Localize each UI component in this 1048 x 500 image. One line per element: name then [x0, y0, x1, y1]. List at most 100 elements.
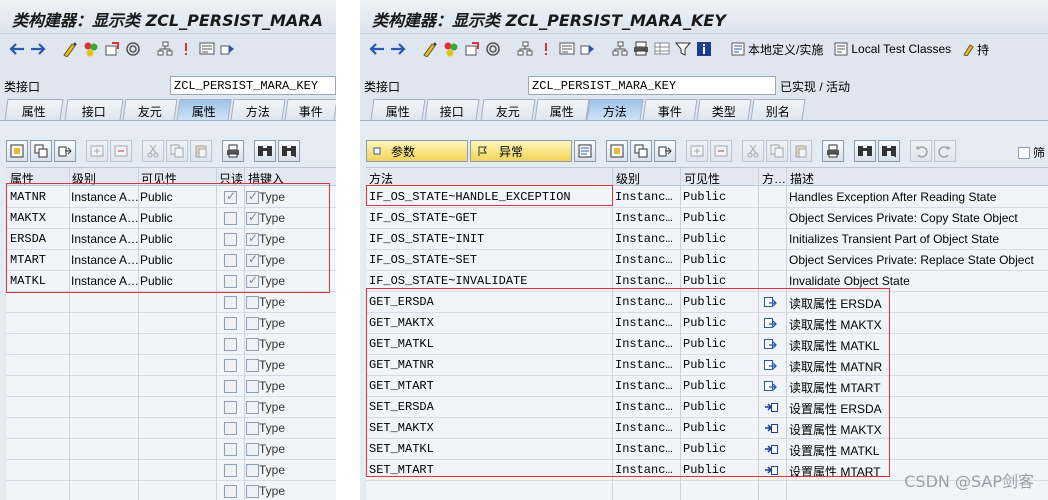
typing-checkbox[interactable] — [246, 401, 259, 414]
method-name-cell[interactable]: GET_MATNR — [369, 358, 434, 372]
typing-checkbox[interactable] — [246, 210, 259, 225]
where-used-icon[interactable] — [484, 40, 502, 58]
paste-icon[interactable] — [790, 140, 812, 162]
method-name-cell[interactable]: IF_OS_STATE~INIT — [369, 232, 484, 246]
filter-toggle[interactable]: 筛 — [1018, 144, 1045, 161]
navigate-icon[interactable] — [654, 140, 676, 162]
read-only-checkbox[interactable] — [224, 317, 237, 330]
insert-row-icon[interactable] — [86, 140, 108, 162]
back-arrow-icon[interactable] — [368, 40, 386, 58]
typing-checkbox[interactable] — [246, 359, 259, 372]
typing-checkbox[interactable] — [246, 273, 259, 288]
find-next-icon[interactable] — [878, 140, 900, 162]
local-definitions-button[interactable]: 本地定义/实施 — [727, 39, 827, 59]
table-row[interactable]: SET_MAKTX Instanc… Public 设置属性 MAKTX — [366, 418, 1048, 439]
table-row[interactable]: GET_MATKL Instanc… Public 读取属性 MATKL — [366, 334, 1048, 355]
table-row[interactable]: IF_OS_STATE~SET Instanc… Public Object Serv… — [366, 250, 1048, 271]
more-toolbar-button[interactable]: 持 — [958, 39, 993, 59]
attribute-name-cell[interactable]: MATNR — [10, 190, 46, 204]
table-row[interactable]: SET_ERSDA Instanc… Public 设置属性 ERSDA — [366, 397, 1048, 418]
tab-friends[interactable]: 友元 — [480, 99, 536, 120]
read-only-checkbox[interactable] — [224, 401, 237, 414]
display-object-list-icon[interactable] — [198, 40, 216, 58]
empty-table-row[interactable]: Type — [6, 481, 336, 500]
read-only-checkbox[interactable] — [224, 189, 237, 204]
method-name-cell[interactable]: GET_MATKL — [369, 337, 434, 351]
table-row[interactable]: ERSDA Instance A…Public Type — [6, 229, 336, 250]
copy-row-icon[interactable] — [166, 140, 188, 162]
class-interface-field[interactable]: ZCL_PERSIST_MARA_KEY — [170, 76, 336, 95]
back-arrow-icon[interactable] — [8, 40, 26, 58]
cut-icon[interactable] — [742, 140, 764, 162]
print-icon[interactable] — [822, 140, 844, 162]
method-name-cell[interactable]: GET_MTART — [369, 379, 434, 393]
find-next-icon[interactable] — [278, 140, 300, 162]
redo-icon[interactable] — [934, 140, 956, 162]
read-only-checkbox[interactable] — [224, 380, 237, 393]
typing-checkbox[interactable] — [246, 317, 259, 330]
tab-methods[interactable]: 方法 — [586, 99, 644, 120]
tab-methods[interactable]: 方法 — [230, 99, 286, 120]
table-row[interactable]: GET_MATNR Instanc… Public 读取属性 MATNR — [366, 355, 1048, 376]
table-row[interactable]: MATNR Instance A…Public Type — [6, 187, 336, 208]
method-name-cell[interactable]: IF_OS_STATE~GET — [369, 211, 477, 225]
source-code-icon[interactable] — [574, 140, 596, 162]
attribute-name-cell[interactable]: MTART — [10, 253, 46, 267]
typing-checkbox[interactable] — [246, 380, 259, 393]
attribute-name-cell[interactable]: MAKTX — [10, 211, 46, 225]
read-only-checkbox[interactable] — [224, 443, 237, 456]
exceptions-button[interactable]: 异常 — [470, 140, 572, 162]
typing-checkbox[interactable] — [246, 485, 259, 498]
read-only-checkbox[interactable] — [224, 212, 237, 225]
tab-properties[interactable]: 属性 — [4, 99, 64, 120]
read-only-checkbox[interactable] — [224, 422, 237, 435]
empty-table-row[interactable]: Type — [6, 376, 336, 397]
tab-events[interactable]: 事件 — [284, 99, 336, 120]
detail-view-icon[interactable] — [6, 140, 28, 162]
table-row[interactable]: MATKL Instance A…Public Type — [6, 271, 336, 292]
empty-table-row[interactable]: Type — [6, 355, 336, 376]
undo-icon[interactable] — [910, 140, 932, 162]
insert-row-icon[interactable] — [686, 140, 708, 162]
tab-events[interactable]: 事件 — [642, 99, 698, 120]
display-change-icon[interactable] — [421, 40, 439, 58]
method-name-cell[interactable]: IF_OS_STATE~SET — [369, 253, 477, 267]
typing-checkbox[interactable] — [246, 231, 259, 246]
navigate-icon[interactable] — [54, 140, 76, 162]
tab-interfaces[interactable]: 接口 — [424, 99, 480, 120]
table-row[interactable]: IF_OS_STATE~GET Instanc… Public Object Serv… — [366, 208, 1048, 229]
typing-checkbox[interactable] — [246, 464, 259, 477]
class-interface-field[interactable]: ZCL_PERSIST_MARA_KEY — [528, 76, 776, 95]
method-name-cell[interactable]: IF_OS_STATE~INVALIDATE — [369, 274, 527, 288]
tab-attributes[interactable]: 属性 — [176, 99, 232, 120]
method-name-cell[interactable]: SET_ERSDA — [369, 400, 434, 414]
where-used-icon[interactable] — [124, 40, 142, 58]
parameters-button[interactable]: 参数 — [366, 140, 468, 162]
attribute-name-cell[interactable]: ERSDA — [10, 232, 46, 246]
table-row[interactable]: GET_MAKTX Instanc… Public 读取属性 MAKTX — [366, 313, 1048, 334]
activate-icon[interactable] — [463, 40, 481, 58]
info-icon[interactable] — [695, 40, 713, 58]
empty-table-row[interactable]: Type — [6, 313, 336, 334]
copy-icon[interactable] — [630, 140, 652, 162]
table-row[interactable]: SET_MATKL Instanc… Public 设置属性 MATKL — [366, 439, 1048, 460]
navigation-icon[interactable] — [579, 40, 597, 58]
empty-table-row[interactable]: Type — [6, 460, 336, 481]
method-name-cell[interactable]: GET_ERSDA — [369, 295, 434, 309]
read-only-checkbox[interactable] — [224, 485, 237, 498]
forward-arrow-icon[interactable] — [29, 40, 47, 58]
method-name-cell[interactable]: IF_OS_STATE~HANDLE_EXCEPTION — [369, 190, 571, 204]
tab-interfaces[interactable]: 接口 — [64, 99, 124, 120]
detail-view-icon[interactable] — [606, 140, 628, 162]
hierarchy-icon[interactable] — [156, 40, 174, 58]
read-only-checkbox[interactable] — [224, 275, 237, 288]
read-only-checkbox[interactable] — [224, 338, 237, 351]
table-row[interactable]: IF_OS_STATE~HANDLE_EXCEPTION Instanc… Publ… — [366, 187, 1048, 208]
method-name-cell[interactable]: SET_MAKTX — [369, 421, 434, 435]
structure-icon[interactable] — [611, 40, 629, 58]
empty-table-row[interactable]: Type — [6, 292, 336, 313]
copy-icon[interactable] — [30, 140, 52, 162]
typing-checkbox[interactable] — [246, 338, 259, 351]
hierarchy-icon[interactable] — [516, 40, 534, 58]
cut-icon[interactable] — [142, 140, 164, 162]
